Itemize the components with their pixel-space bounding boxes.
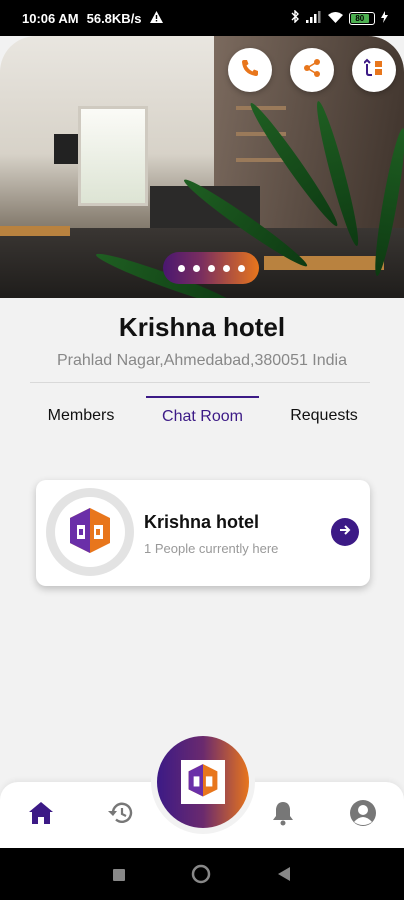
back-button[interactable] (278, 867, 290, 886)
carousel-dot[interactable] (237, 264, 245, 272)
switch-button[interactable] (352, 48, 396, 92)
switch-icon (363, 58, 384, 83)
carousel-dot[interactable] (222, 264, 230, 272)
main-content: Krishna hotel Prahlad Nagar,Ahmedabad,38… (0, 298, 404, 782)
nav-notifications[interactable] (268, 800, 298, 830)
status-bar: 10:06 AM 56.8KB/s 80 (0, 0, 404, 36)
carousel-dot[interactable] (177, 264, 185, 272)
wifi-icon (328, 11, 343, 26)
hotel-logo (46, 488, 134, 576)
status-time: 10:06 AM (22, 10, 79, 26)
arrow-right-icon (338, 523, 352, 542)
battery-level: 80 (351, 13, 369, 23)
center-action-button[interactable] (157, 736, 249, 828)
nav-history[interactable] (106, 800, 136, 830)
hotel-address: Prahlad Nagar,Ahmedabad,380051 India (57, 352, 347, 369)
history-icon (107, 800, 135, 831)
circle-icon (191, 864, 211, 888)
enter-chat-button[interactable] (331, 518, 359, 546)
profile-icon (349, 799, 377, 832)
square-icon (113, 868, 125, 885)
chat-room-title: Krishna hotel (144, 512, 260, 532)
brand-logo-icon (185, 762, 221, 803)
phone-icon (240, 58, 260, 83)
share-button[interactable] (290, 48, 334, 92)
bell-icon (271, 800, 295, 831)
carousel-dot[interactable] (207, 264, 215, 272)
window (78, 106, 148, 206)
system-nav-bar (0, 848, 404, 900)
nav-home[interactable] (26, 800, 56, 830)
nav-profile[interactable] (348, 799, 378, 832)
back-triangle-icon (278, 867, 290, 885)
tab-chat-room[interactable]: Chat Room (146, 396, 259, 436)
carousel-dot[interactable] (192, 264, 200, 272)
chat-room-card[interactable]: Krishna hotel 1 People currently here (36, 480, 370, 586)
home-icon (28, 801, 54, 830)
signal-icon (306, 10, 322, 26)
recents-button[interactable] (113, 868, 125, 886)
network-speed: 56.8KB/s (86, 10, 142, 26)
hotel-name: Krishna hotel (118, 312, 286, 342)
divider (30, 382, 370, 383)
tab-members[interactable]: Members (36, 396, 126, 436)
carousel-indicator[interactable] (163, 252, 259, 284)
battery-icon: 80 (349, 11, 375, 25)
tab-bar: Members Chat Room Requests (0, 396, 404, 436)
warning-icon (149, 10, 163, 26)
tab-requests[interactable]: Requests (280, 396, 368, 436)
brand-logo-icon (65, 505, 115, 560)
bluetooth-icon (291, 9, 300, 26)
charging-icon (381, 10, 388, 26)
call-button[interactable] (228, 48, 272, 92)
share-icon (302, 58, 322, 83)
home-system-button[interactable] (191, 864, 211, 889)
chat-room-occupancy: 1 People currently here (144, 541, 279, 556)
